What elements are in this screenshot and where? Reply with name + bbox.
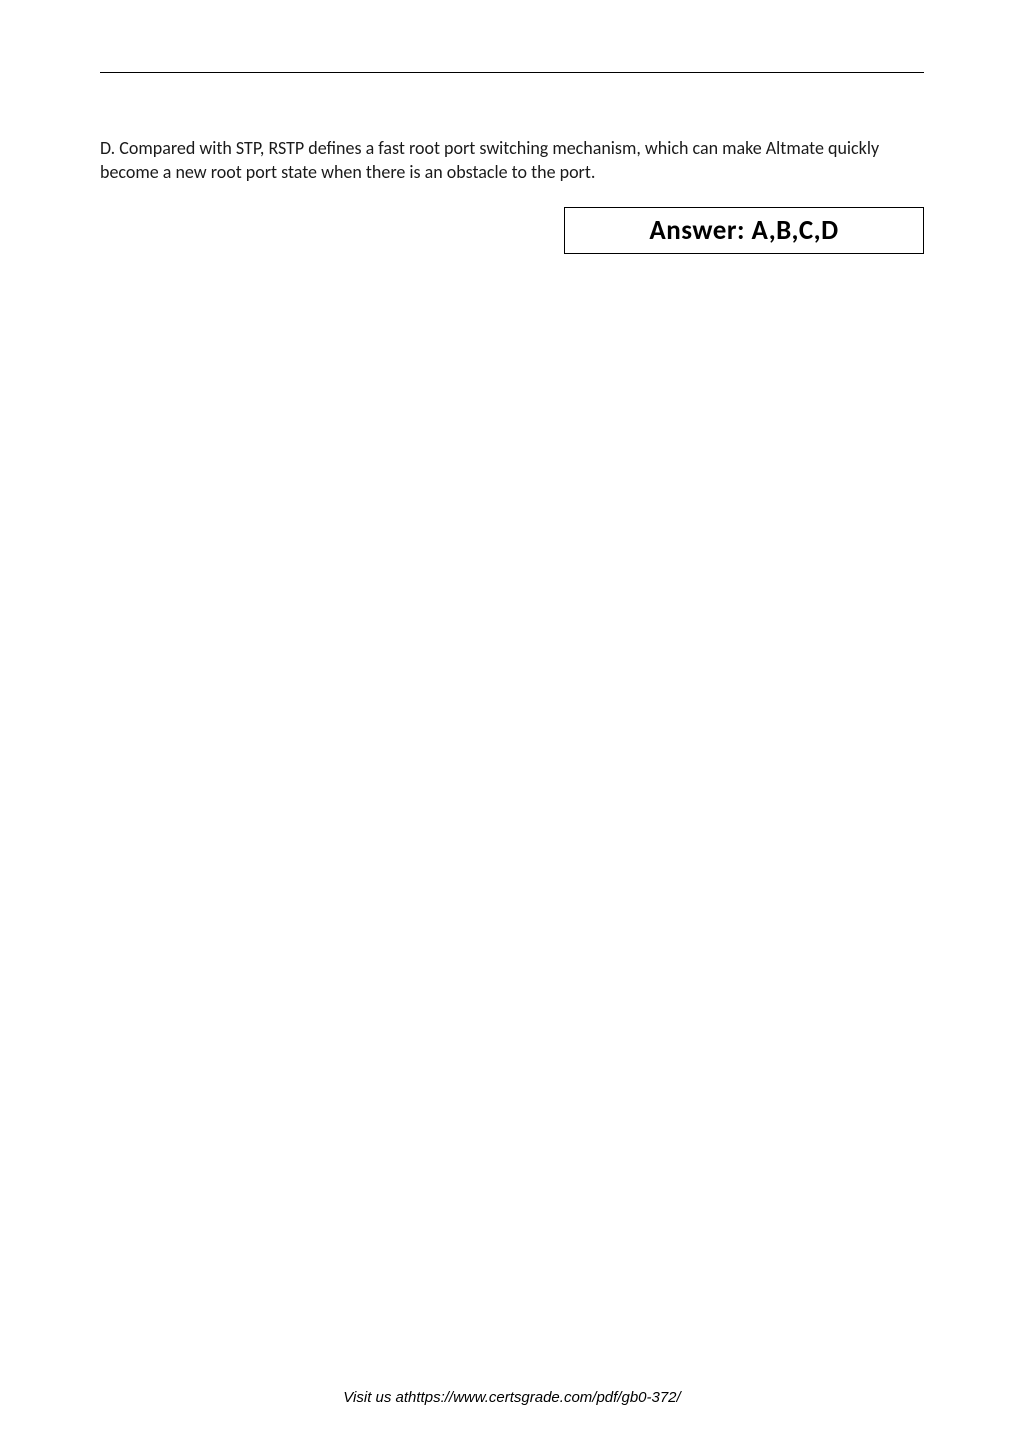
page-container: D. Compared with STP, RSTP defines a fas… [0, 0, 1024, 1448]
answer-box: Answer: A,B,C,D [564, 207, 924, 254]
option-body: Compared with STP, RSTP defines a fast r… [100, 137, 879, 183]
option-d-text: D. Compared with STP, RSTP defines a fas… [100, 136, 924, 185]
content-block: D. Compared with STP, RSTP defines a fas… [100, 136, 924, 254]
header-divider [100, 72, 924, 73]
answer-label: Answer: A,B,C,D [649, 214, 838, 247]
option-letter: D. [100, 137, 115, 159]
footer-text: Visit us athttps://www.certsgrade.com/pd… [0, 1389, 1024, 1406]
